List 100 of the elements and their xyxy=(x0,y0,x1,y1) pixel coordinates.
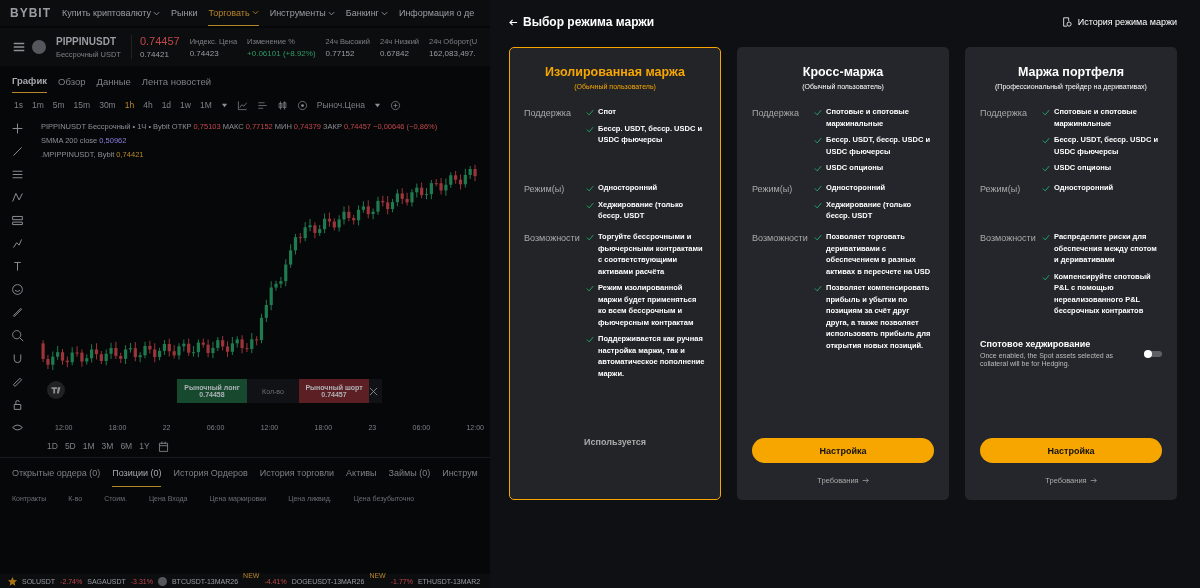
section-label: Поддержка xyxy=(980,108,1028,120)
star-icon[interactable] xyxy=(8,576,17,586)
caret-icon xyxy=(153,9,161,17)
margin-mode-card[interactable] xyxy=(965,47,1177,500)
range-button[interactable]: 5D xyxy=(64,441,76,451)
range-button[interactable]: 1M xyxy=(82,441,95,451)
margin-mode-card[interactable] xyxy=(509,47,721,500)
check-icon xyxy=(1042,185,1050,192)
margin-mode-card[interactable] xyxy=(737,47,949,500)
logo[interactable]: BYBIT xyxy=(10,6,51,20)
chart-type-icon[interactable] xyxy=(236,99,248,111)
drawing-tool-icon[interactable] xyxy=(11,237,24,250)
range-button[interactable]: 1D xyxy=(47,441,58,451)
drawing-tool-icon[interactable] xyxy=(11,306,24,319)
settings-button[interactable]: Настройка xyxy=(752,438,934,463)
chart-tab[interactable]: График xyxy=(12,69,48,93)
range-button[interactable]: 1Y xyxy=(139,441,150,451)
hedging-toggle[interactable] xyxy=(1144,350,1162,357)
check-icon xyxy=(1042,234,1050,241)
target-icon[interactable] xyxy=(296,99,308,111)
chart-tab[interactable]: Данные xyxy=(96,69,131,93)
history-link[interactable]: История режима маржи xyxy=(1077,17,1177,27)
drawing-tool-icon[interactable] xyxy=(11,145,24,158)
timeframe-button[interactable]: 1w xyxy=(180,100,191,110)
check-icon xyxy=(814,109,822,116)
check-icon xyxy=(1042,137,1050,144)
timeframe-button[interactable]: 1m xyxy=(32,100,44,110)
timeframe-button[interactable]: 1M xyxy=(200,100,212,110)
drawing-tool-icon[interactable] xyxy=(11,421,24,434)
check-icon xyxy=(1042,109,1050,116)
drawing-tool-icon[interactable] xyxy=(11,260,24,273)
stat-value: 0.77152 xyxy=(325,48,356,58)
positions-tab[interactable]: История торговли xyxy=(259,460,335,486)
caret-icon xyxy=(380,9,388,17)
nav-item[interactable]: Торговать xyxy=(208,0,259,26)
nav-item[interactable]: Купить криптовалюту xyxy=(62,0,161,26)
section-label: Возможности xyxy=(752,233,809,245)
mark-price: 0.74421 xyxy=(139,50,170,59)
nav-item[interactable]: Информация о де xyxy=(398,0,475,26)
chart-logo-icon xyxy=(47,381,65,399)
menu-icon[interactable] xyxy=(12,40,26,54)
check-icon xyxy=(586,185,594,192)
indicators-icon[interactable] xyxy=(256,99,268,111)
section-label: Режим(ы) xyxy=(980,184,1022,196)
drawing-tool-icon[interactable] xyxy=(11,214,24,227)
drawing-tool-icon[interactable] xyxy=(11,352,24,365)
stat-value: +0.06101 (+8.92%) xyxy=(247,48,316,58)
section-label: Возможности xyxy=(524,233,581,245)
price-type-dropdown[interactable]: Рыноч.Цена xyxy=(316,100,366,110)
drawing-tool-icon[interactable] xyxy=(11,398,24,411)
caret-icon[interactable] xyxy=(220,101,228,109)
timeframe-button[interactable]: 5m xyxy=(52,100,65,110)
check-icon xyxy=(814,201,822,209)
history-icon[interactable] xyxy=(1061,17,1072,27)
drawing-tool-icon[interactable] xyxy=(11,375,24,388)
caret-icon[interactable] xyxy=(374,101,382,109)
add-icon[interactable] xyxy=(390,99,402,111)
nav-item[interactable]: Рынки xyxy=(171,0,198,26)
check-icon xyxy=(814,185,822,192)
check-icon xyxy=(814,234,822,241)
section-label: Поддержка xyxy=(752,108,800,120)
check-icon xyxy=(814,165,822,172)
nav-item[interactable]: Банкинг xyxy=(345,0,388,26)
positions-tab[interactable]: Открытые ордера (0) xyxy=(12,460,101,486)
timeframe-button[interactable]: 15m xyxy=(73,100,91,110)
arrow-right-icon[interactable] xyxy=(1089,477,1097,484)
drawing-tool-icon[interactable] xyxy=(11,191,24,204)
chart-tab[interactable]: Лента новостей xyxy=(141,69,212,93)
back-arrow-icon[interactable] xyxy=(509,17,518,27)
check-icon xyxy=(586,201,594,209)
positions-tab[interactable]: Займы (0) xyxy=(388,460,431,486)
last-price: 0.74457 xyxy=(139,35,180,47)
positions-tab[interactable]: История Ордеров xyxy=(173,460,248,486)
positions-tab[interactable]: Инструм xyxy=(442,460,478,486)
chart-tab[interactable]: Обзор xyxy=(58,69,86,93)
range-button[interactable]: 6M xyxy=(120,441,133,451)
drawing-tool-icon[interactable] xyxy=(11,329,24,342)
range-button[interactable]: 3M xyxy=(101,441,114,451)
check-icon xyxy=(1042,165,1050,172)
timeframe-button[interactable]: 1s xyxy=(14,100,23,110)
timeframe-button[interactable]: 4h xyxy=(143,100,153,110)
positions-tab[interactable]: Активы xyxy=(346,460,377,486)
close-icon[interactable] xyxy=(369,386,378,396)
timeframe-button[interactable]: 1d xyxy=(161,100,172,110)
calendar-icon[interactable] xyxy=(156,439,170,453)
candles-icon[interactable] xyxy=(276,99,288,111)
check-icon xyxy=(586,125,594,133)
drawing-tool-icon[interactable] xyxy=(11,168,24,181)
section-label: Возможности xyxy=(980,233,1037,245)
drawing-tool-icon[interactable] xyxy=(11,122,24,135)
timeframe-button[interactable]: 30m xyxy=(99,100,116,110)
settings-button[interactable]: Настройка xyxy=(980,438,1162,463)
drawing-tool-icon[interactable] xyxy=(11,283,24,296)
coin-icon xyxy=(32,40,46,54)
arrow-right-icon[interactable] xyxy=(861,477,869,484)
nav-item[interactable]: Инструменты xyxy=(269,0,335,26)
positions-tab[interactable]: Позиции (0) xyxy=(112,459,162,487)
card-title: Кросс-маржа xyxy=(802,65,884,79)
symbol-name[interactable]: PIPPINUSDT xyxy=(56,35,121,47)
timeframe-button[interactable]: 1h xyxy=(124,100,135,110)
